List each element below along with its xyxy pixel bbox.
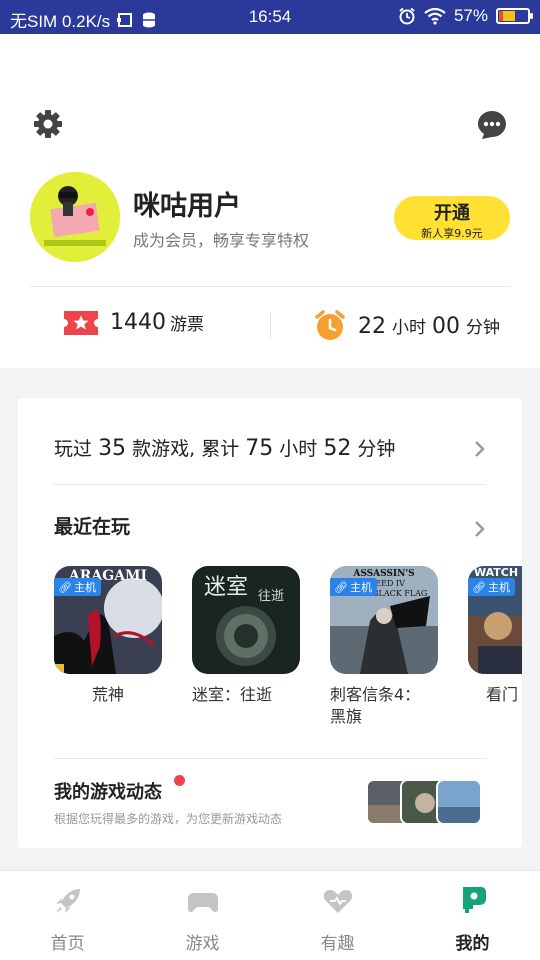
username: 咪咕用户 — [133, 191, 241, 222]
rocket-icon — [55, 889, 80, 913]
heart-icon — [323, 890, 352, 913]
dynamic-thumb — [436, 779, 482, 825]
game-thumbnail: 迷室 往逝 — [192, 566, 300, 674]
play-minutes-unit: 分钟 — [466, 318, 500, 338]
divider — [30, 286, 510, 287]
chevron-right-icon[interactable] — [474, 440, 486, 458]
message-icon[interactable] — [476, 109, 508, 141]
game-thumbnail: ARAGAMI 🔗︎ 主机 — [54, 566, 162, 674]
console-badge: 🔗︎ 主机 — [468, 578, 515, 596]
avatar[interactable] — [30, 172, 120, 262]
membership-subtitle: 成为会员，畅享专享特权 — [133, 231, 310, 250]
bottom-nav: 首页 游戏 有趣 我的 — [0, 870, 540, 960]
room-cover-subtitle: 往逝 — [258, 589, 284, 604]
console-badge: 🔗︎ 主机 — [330, 578, 377, 596]
badge-label: 主机 — [73, 581, 96, 594]
play-time-value: 22 小时 00 分钟 — [358, 313, 500, 339]
played-prefix: 玩过 — [54, 438, 93, 460]
ticket-icon — [64, 310, 98, 335]
chevron-right-icon[interactable] — [474, 520, 486, 538]
open-vip-offer: 新人享9.9元 — [421, 227, 483, 240]
badge-label: 主机 — [349, 581, 372, 594]
played-mid-text: 款游戏, 累计 — [132, 438, 240, 460]
game-name: 看门 — [486, 685, 519, 704]
battery-low-segment — [499, 11, 503, 21]
game-item-room[interactable]: 迷室 往逝 迷室：往逝 — [192, 566, 300, 706]
nav-label: 有趣 — [320, 934, 355, 954]
play-hours-unit: 小时 — [392, 318, 426, 338]
nav-item-games[interactable]: 游戏 — [135, 871, 270, 960]
game-name: 迷室：往逝 — [192, 685, 273, 704]
tickets-value: 1440 — [110, 310, 166, 335]
avatar-image — [30, 172, 120, 262]
game-item-assassins-creed[interactable]: ASSASSIN'S CREED IV BLACK FLAG 🔗︎ 主机 刺客信… — [330, 566, 438, 728]
nav-item-mine[interactable]: 我的 — [405, 871, 540, 960]
game-dynamics-title[interactable]: 我的游戏动态 — [54, 778, 162, 804]
divider — [54, 484, 486, 485]
played-hours: 75 — [245, 436, 274, 461]
played-hours-unit: 小时 — [279, 438, 318, 460]
battery-percent: 57% — [453, 6, 488, 25]
nav-label: 游戏 — [185, 934, 220, 954]
open-vip-label: 开通 — [434, 203, 470, 224]
recent-games-title: 最近在玩 — [54, 516, 131, 538]
play-minutes: 00 — [432, 314, 460, 339]
link-icon: 🔗︎ — [334, 580, 348, 594]
play-hours: 22 — [358, 314, 386, 339]
link-icon: 🔗︎ — [58, 580, 72, 594]
gear-icon[interactable] — [32, 108, 64, 140]
played-minutes: 52 — [323, 436, 352, 461]
game-activity-card: 玩过 35 款游戏, 累计 75 小时 52 分钟 最近在玩 ARAGAMI 🔗… — [18, 398, 522, 848]
badge-label: 主机 — [487, 581, 510, 594]
console-badge: 🔗︎ 主机 — [54, 578, 101, 596]
recent-games-list: ARAGAMI 🔗︎ 主机 荒神 迷室 往逝 迷室：往逝 ASSASSIN'S … — [54, 566, 522, 736]
tickets-stat[interactable]: 1440 游票 — [64, 310, 204, 335]
nav-item-fun[interactable]: 有趣 — [270, 871, 405, 960]
tickets-unit: 游票 — [170, 315, 204, 335]
alarm-icon — [399, 7, 415, 25]
profile-icon — [462, 887, 486, 913]
profile-header: 咪咕用户 成为会员，畅享专享特权 开通 新人享9.9元 1440 游票 22 小… — [0, 34, 540, 368]
game-dynamics-thumbnails[interactable] — [366, 779, 486, 825]
played-minutes-unit: 分钟 — [357, 438, 396, 460]
divider — [54, 758, 486, 759]
nav-label: 我的 — [455, 934, 490, 954]
game-thumbnail: ASSASSIN'S CREED IV BLACK FLAG 🔗︎ 主机 — [330, 566, 438, 674]
game-item-aragami[interactable]: ARAGAMI 🔗︎ 主机 荒神 — [54, 566, 162, 706]
ac-cover-line3: BLACK FLAG — [373, 589, 428, 598]
notification-dot — [174, 775, 185, 786]
open-vip-button[interactable]: 开通 新人享9.9元 — [394, 196, 510, 240]
alarm-clock-icon — [315, 310, 345, 340]
stats-divider — [270, 312, 271, 338]
game-item-watch-dogs[interactable]: WATCH 🔗︎ 主机 看门 — [468, 566, 522, 706]
battery-icon — [496, 8, 533, 24]
game-thumbnail: WATCH 🔗︎ 主机 — [468, 566, 522, 674]
nav-item-home[interactable]: 首页 — [0, 871, 135, 960]
status-bar: 无SIM 0.2K/s 16:54 57% — [0, 0, 540, 34]
room-cover-title: 迷室 — [204, 575, 248, 600]
room-cover: 迷室 往逝 — [192, 566, 300, 674]
played-games-count: 35 — [98, 436, 127, 461]
gamepad-icon — [187, 893, 218, 913]
link-icon: 🔗︎ — [472, 580, 486, 594]
game-name: 荒神 — [91, 685, 124, 704]
nav-label: 首页 — [50, 934, 85, 954]
game-dynamics-subtitle: 根据您玩得最多的游戏，为您更新游戏动态 — [54, 812, 283, 826]
game-name: 刺客信条4：黑旗 — [330, 685, 421, 726]
wifi-icon — [424, 7, 446, 25]
play-time-stat[interactable]: 22 小时 00 分钟 — [314, 310, 500, 342]
status-right: 57% — [398, 6, 533, 26]
played-summary[interactable]: 玩过 35 款游戏, 累计 75 小时 52 分钟 — [54, 434, 395, 461]
